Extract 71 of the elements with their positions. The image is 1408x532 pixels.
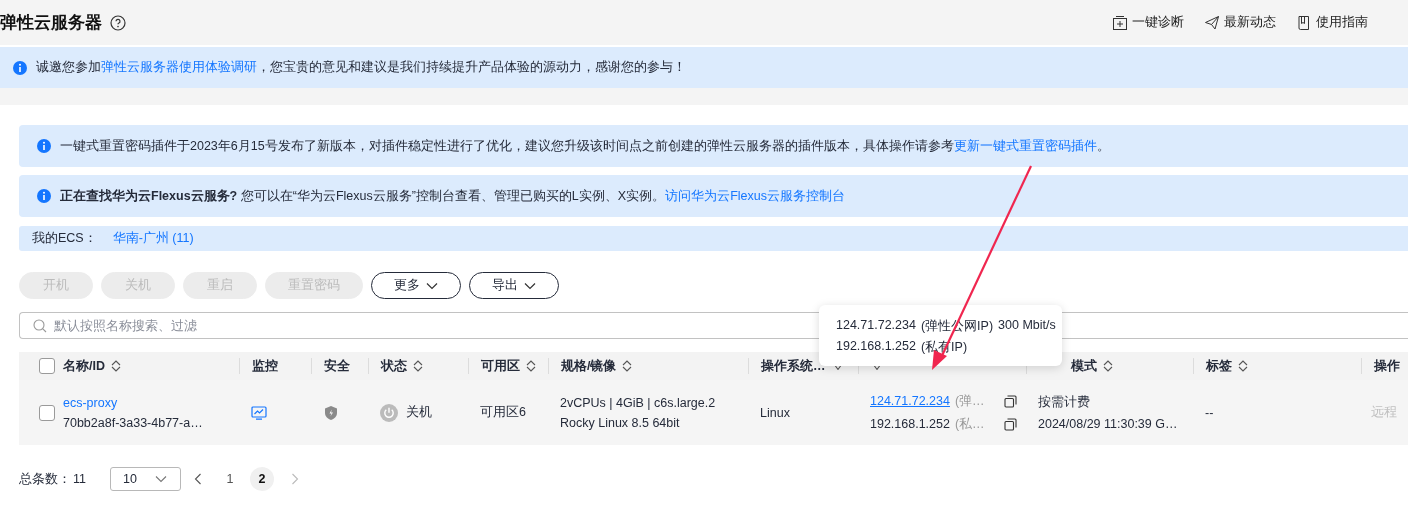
caret-icon [426,281,438,290]
tags-text: -- [1205,405,1214,420]
action-button[interactable]: 导出 [469,272,559,299]
previous-page-icon[interactable] [194,473,202,485]
region-link[interactable]: 华南-广州 (11) [112,230,194,247]
sort-icon[interactable] [622,360,633,372]
page-button[interactable]: 2 [250,467,274,491]
column-header: 标签 [1206,357,1232,375]
copy-icon[interactable] [1003,417,1017,431]
copy-icon[interactable] [1003,394,1017,408]
survey-link[interactable]: 弹性云服务器使用体验调研 [101,60,257,74]
checkbox[interactable] [39,358,55,374]
survey-notice: 诚邀您参加弹性云服务器使用体验调研，您宝贵的意见和建议是我们持续提升产品体验的源动力，感谢您的参与！ [36,59,686,76]
header-link[interactable]: 使用指南 [1296,14,1368,31]
page-size-select[interactable]: 10 [110,467,181,491]
os-text: Linux [760,405,790,420]
ip-type: (私… [954,415,985,433]
zone-text: 可用区6 [480,404,526,421]
billing-text: 按需计费 [1038,394,1090,411]
info-icon [37,189,51,203]
tooltip-ip: 192.168.1.252 [836,339,916,355]
column-header: 模式 [1071,357,1097,375]
total-label: 总条数： [19,470,71,488]
info-icon [13,60,27,75]
info-icon [37,139,51,153]
notice-text: 正在查找华为云Flexus云服务? 您可以在“华为云Flexus云服务”控制台查看、管理已购买的L实例、X实例。访问华为云Flexus云服务控制台 [60,187,845,205]
medical-kit-icon [1112,14,1128,31]
server-id: 70bb2a8f-3a33-4b77-a… [63,415,203,430]
sort-icon[interactable] [1238,360,1248,372]
caret-icon [524,281,536,290]
header-link[interactable]: 最新动态 [1204,14,1276,31]
column-header: 状态 [381,357,407,375]
tooltip-bandwidth: 300 Mbit/s [998,318,1056,334]
help-icon[interactable] [110,14,126,31]
column-header: 操作 [1374,357,1400,375]
notice-text: 一键式重置密码插件于2023年6月15号发布了新版本，对插件稳定性进行了优化，建议您升级该时间点之前创建的弹性云服务器的插件版本，具体操作请参考更新一键式重置密码插件。 [60,137,1110,155]
sort-icon[interactable] [111,360,121,372]
sort-icon[interactable] [526,360,536,372]
ip-type: (弹… [954,392,985,410]
ip-address: 192.168.1.252 [870,417,950,431]
created-time: 2024/08/29 11:30:39 G… [1038,417,1178,431]
column-header: 可用区 [481,357,520,375]
ip-link[interactable]: 124.71.72.234 [870,394,950,408]
search-icon [33,319,47,333]
page-button[interactable]: 1 [218,467,242,491]
spec-text: 2vCPUs | 4GiB | c6s.large.2 [560,395,716,410]
image-text: Rocky Linux 8.5 64bit [560,415,680,430]
shield-icon[interactable] [323,404,339,421]
header-link[interactable]: 一键诊断 [1112,14,1184,31]
notice-link[interactable]: 更新一键式重置密码插件 [953,138,1097,153]
sort-icon[interactable] [1103,360,1113,372]
chevron-down-icon [155,475,167,483]
action-button[interactable]: 更多 [371,272,461,299]
checkbox[interactable] [39,404,55,421]
tooltip-ip: 124.71.72.234 [836,318,916,334]
region-label: 我的ECS： [32,230,97,247]
status-text: 关机 [406,404,432,421]
page-title: 弹性云服务器 [0,12,102,34]
column-header: 监控 [252,357,278,375]
paper-plane-icon [1204,14,1220,31]
server-name-link[interactable]: ecs-proxy [63,395,118,410]
column-header: 规格/镜像 [561,357,617,375]
power-icon [380,403,398,422]
total-count: 11 [73,472,86,486]
book-icon [1296,14,1312,31]
notice-link[interactable]: 访问华为云Flexus云服务控制台 [665,188,845,203]
monitor-chart-icon[interactable] [251,405,267,420]
column-header: 安全 [324,357,350,375]
sort-icon[interactable] [413,360,423,372]
column-header: 名称/ID [63,357,105,375]
column-header: 操作系统… [761,357,826,375]
